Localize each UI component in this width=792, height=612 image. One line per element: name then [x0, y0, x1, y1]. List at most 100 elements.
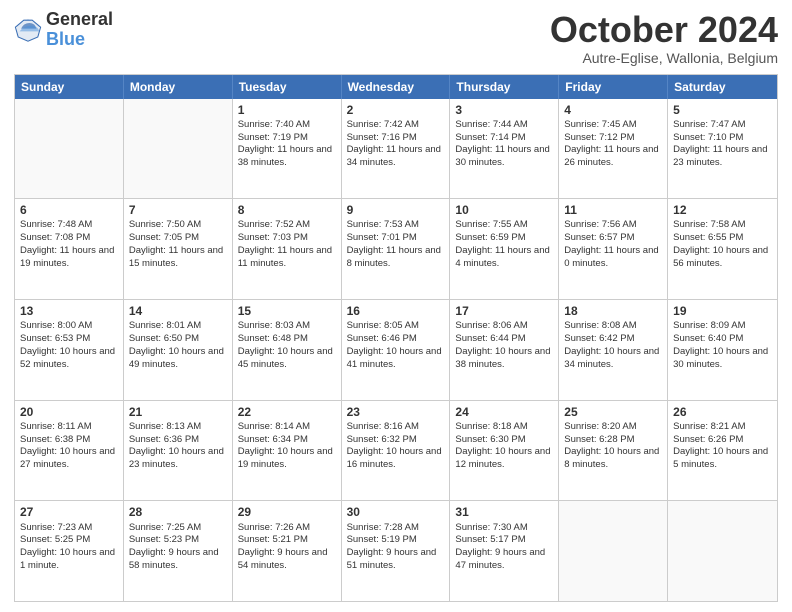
- calendar-row-2: 13Sunrise: 8:00 AMSunset: 6:53 PMDayligh…: [15, 299, 777, 400]
- sunrise-text: Sunrise: 8:06 AM: [455, 320, 553, 333]
- day-number: 20: [20, 404, 118, 420]
- sunrise-text: Sunrise: 8:16 AM: [347, 421, 445, 434]
- calendar-day-27: 27Sunrise: 7:23 AMSunset: 5:25 PMDayligh…: [15, 501, 124, 601]
- header-day-tuesday: Tuesday: [233, 75, 342, 99]
- sunrise-text: Sunrise: 8:13 AM: [129, 421, 227, 434]
- sunrise-text: Sunrise: 7:25 AM: [129, 522, 227, 535]
- day-number: 29: [238, 504, 336, 520]
- sunrise-text: Sunrise: 7:53 AM: [347, 219, 445, 232]
- calendar-day-5: 5Sunrise: 7:47 AMSunset: 7:10 PMDaylight…: [668, 99, 777, 199]
- day-number: 12: [673, 202, 772, 218]
- sunset-text: Sunset: 7:12 PM: [564, 132, 662, 145]
- daylight-text: Daylight: 9 hours and 51 minutes.: [347, 547, 445, 573]
- calendar-day-30: 30Sunrise: 7:28 AMSunset: 5:19 PMDayligh…: [342, 501, 451, 601]
- daylight-text: Daylight: 10 hours and 38 minutes.: [455, 346, 553, 372]
- daylight-text: Daylight: 11 hours and 38 minutes.: [238, 144, 336, 170]
- logo-icon: [14, 16, 42, 44]
- daylight-text: Daylight: 10 hours and 27 minutes.: [20, 446, 118, 472]
- calendar-day-1: 1Sunrise: 7:40 AMSunset: 7:19 PMDaylight…: [233, 99, 342, 199]
- sunset-text: Sunset: 6:36 PM: [129, 434, 227, 447]
- daylight-text: Daylight: 9 hours and 58 minutes.: [129, 547, 227, 573]
- daylight-text: Daylight: 10 hours and 16 minutes.: [347, 446, 445, 472]
- calendar-day-16: 16Sunrise: 8:05 AMSunset: 6:46 PMDayligh…: [342, 300, 451, 400]
- day-number: 13: [20, 303, 118, 319]
- daylight-text: Daylight: 11 hours and 26 minutes.: [564, 144, 662, 170]
- daylight-text: Daylight: 10 hours and 30 minutes.: [673, 346, 772, 372]
- daylight-text: Daylight: 10 hours and 8 minutes.: [564, 446, 662, 472]
- day-number: 7: [129, 202, 227, 218]
- sunrise-text: Sunrise: 7:45 AM: [564, 119, 662, 132]
- sunrise-text: Sunrise: 7:56 AM: [564, 219, 662, 232]
- calendar-day-21: 21Sunrise: 8:13 AMSunset: 6:36 PMDayligh…: [124, 401, 233, 501]
- day-number: 3: [455, 102, 553, 118]
- logo-line1: General: [46, 10, 113, 30]
- daylight-text: Daylight: 10 hours and 49 minutes.: [129, 346, 227, 372]
- calendar-empty-cell: [559, 501, 668, 601]
- sunset-text: Sunset: 5:17 PM: [455, 534, 553, 547]
- calendar-day-17: 17Sunrise: 8:06 AMSunset: 6:44 PMDayligh…: [450, 300, 559, 400]
- sunset-text: Sunset: 6:46 PM: [347, 333, 445, 346]
- sunset-text: Sunset: 6:38 PM: [20, 434, 118, 447]
- day-number: 5: [673, 102, 772, 118]
- header-day-monday: Monday: [124, 75, 233, 99]
- sunset-text: Sunset: 7:19 PM: [238, 132, 336, 145]
- daylight-text: Daylight: 11 hours and 8 minutes.: [347, 245, 445, 271]
- calendar-day-7: 7Sunrise: 7:50 AMSunset: 7:05 PMDaylight…: [124, 199, 233, 299]
- calendar-row-4: 27Sunrise: 7:23 AMSunset: 5:25 PMDayligh…: [15, 500, 777, 601]
- calendar-day-8: 8Sunrise: 7:52 AMSunset: 7:03 PMDaylight…: [233, 199, 342, 299]
- calendar-day-18: 18Sunrise: 8:08 AMSunset: 6:42 PMDayligh…: [559, 300, 668, 400]
- calendar-day-31: 31Sunrise: 7:30 AMSunset: 5:17 PMDayligh…: [450, 501, 559, 601]
- sunset-text: Sunset: 5:23 PM: [129, 534, 227, 547]
- sunrise-text: Sunrise: 7:30 AM: [455, 522, 553, 535]
- day-number: 9: [347, 202, 445, 218]
- daylight-text: Daylight: 10 hours and 34 minutes.: [564, 346, 662, 372]
- calendar-day-10: 10Sunrise: 7:55 AMSunset: 6:59 PMDayligh…: [450, 199, 559, 299]
- sunrise-text: Sunrise: 8:00 AM: [20, 320, 118, 333]
- sunset-text: Sunset: 5:25 PM: [20, 534, 118, 547]
- sunrise-text: Sunrise: 8:05 AM: [347, 320, 445, 333]
- daylight-text: Daylight: 10 hours and 52 minutes.: [20, 346, 118, 372]
- sunrise-text: Sunrise: 8:14 AM: [238, 421, 336, 434]
- day-number: 25: [564, 404, 662, 420]
- calendar-empty-cell: [124, 99, 233, 199]
- header-day-friday: Friday: [559, 75, 668, 99]
- calendar-day-12: 12Sunrise: 7:58 AMSunset: 6:55 PMDayligh…: [668, 199, 777, 299]
- calendar-day-9: 9Sunrise: 7:53 AMSunset: 7:01 PMDaylight…: [342, 199, 451, 299]
- day-number: 10: [455, 202, 553, 218]
- calendar-day-15: 15Sunrise: 8:03 AMSunset: 6:48 PMDayligh…: [233, 300, 342, 400]
- sunrise-text: Sunrise: 7:26 AM: [238, 522, 336, 535]
- daylight-text: Daylight: 9 hours and 54 minutes.: [238, 547, 336, 573]
- day-number: 15: [238, 303, 336, 319]
- day-number: 17: [455, 303, 553, 319]
- sunset-text: Sunset: 6:28 PM: [564, 434, 662, 447]
- calendar-day-29: 29Sunrise: 7:26 AMSunset: 5:21 PMDayligh…: [233, 501, 342, 601]
- header-day-sunday: Sunday: [15, 75, 124, 99]
- title-block: October 2024 Autre-Eglise, Wallonia, Bel…: [550, 10, 778, 66]
- sunset-text: Sunset: 6:50 PM: [129, 333, 227, 346]
- sunset-text: Sunset: 6:30 PM: [455, 434, 553, 447]
- day-number: 27: [20, 504, 118, 520]
- day-number: 18: [564, 303, 662, 319]
- sunset-text: Sunset: 7:10 PM: [673, 132, 772, 145]
- day-number: 14: [129, 303, 227, 319]
- daylight-text: Daylight: 11 hours and 0 minutes.: [564, 245, 662, 271]
- header: General Blue October 2024 Autre-Eglise, …: [14, 10, 778, 66]
- sunrise-text: Sunrise: 7:42 AM: [347, 119, 445, 132]
- calendar-row-1: 6Sunrise: 7:48 AMSunset: 7:08 PMDaylight…: [15, 198, 777, 299]
- sunrise-text: Sunrise: 7:28 AM: [347, 522, 445, 535]
- sunrise-text: Sunrise: 7:58 AM: [673, 219, 772, 232]
- daylight-text: Daylight: 10 hours and 1 minute.: [20, 547, 118, 573]
- sunset-text: Sunset: 7:05 PM: [129, 232, 227, 245]
- calendar-day-13: 13Sunrise: 8:00 AMSunset: 6:53 PMDayligh…: [15, 300, 124, 400]
- day-number: 4: [564, 102, 662, 118]
- calendar-row-3: 20Sunrise: 8:11 AMSunset: 6:38 PMDayligh…: [15, 400, 777, 501]
- daylight-text: Daylight: 10 hours and 45 minutes.: [238, 346, 336, 372]
- calendar-day-26: 26Sunrise: 8:21 AMSunset: 6:26 PMDayligh…: [668, 401, 777, 501]
- sunset-text: Sunset: 6:59 PM: [455, 232, 553, 245]
- day-number: 23: [347, 404, 445, 420]
- sunset-text: Sunset: 6:32 PM: [347, 434, 445, 447]
- sunset-text: Sunset: 7:08 PM: [20, 232, 118, 245]
- daylight-text: Daylight: 10 hours and 12 minutes.: [455, 446, 553, 472]
- sunrise-text: Sunrise: 8:18 AM: [455, 421, 553, 434]
- sunrise-text: Sunrise: 7:48 AM: [20, 219, 118, 232]
